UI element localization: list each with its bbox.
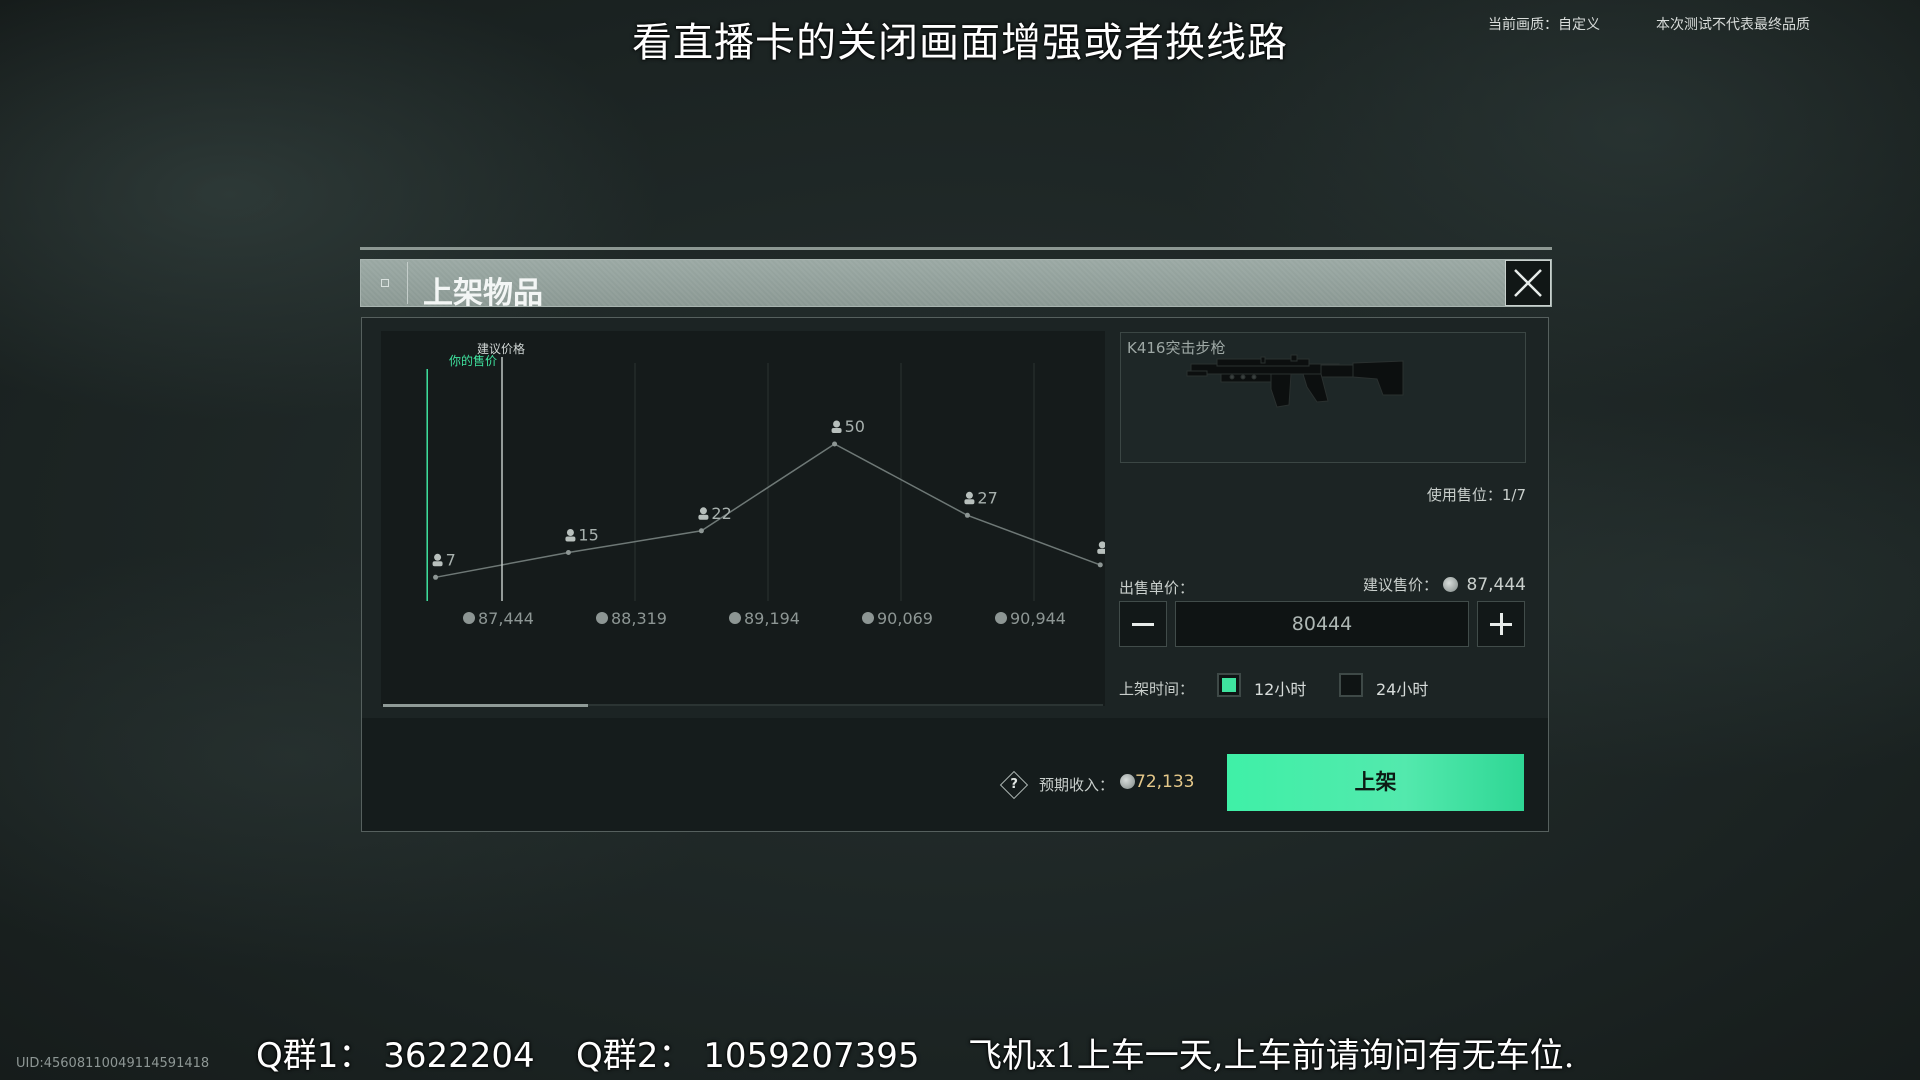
x-tick-label: 90,944 [1010,609,1066,628]
tick-coin-icon [596,612,608,624]
person-icon [965,491,973,499]
person-icon-body [565,536,576,542]
tick-coin-icon [463,612,475,624]
duration-12h-checkbox[interactable] [1217,673,1241,697]
data-point [1097,562,1103,568]
close-icon [1514,269,1542,297]
data-label: 22 [711,504,731,523]
person-icon [566,529,574,536]
tick-coin-icon [729,612,741,624]
listing-time-label: 上架时间： [1119,680,1195,698]
person-icon [1098,541,1106,549]
x-tick-label: 90,069 [877,609,933,628]
bottom-caption-notice: 飞机x1上车一天,上车前请询问有无车位. [968,1036,1575,1076]
expected-income: 72,133 [1120,772,1194,792]
top-caption: 看直播卡的关闭画面增强或者换线路 [632,20,1288,66]
person-icon-body [964,499,975,505]
quality-note-label: 本次测试不代表最终品质 [1656,17,1810,33]
data-point [964,512,970,518]
slots-used-label: 使用售位：1/7 [1426,486,1526,504]
suggested-price-label: 建议售价： [1362,576,1438,594]
minus-icon [1132,623,1154,626]
data-label: 50 [845,417,865,436]
unit-price-input[interactable]: 80444 [1175,601,1469,647]
duration-24h-label[interactable]: 24小时 [1376,676,1428,700]
expected-income-value: 72,133 [1135,772,1195,792]
bottom-caption-group1: Q群1： 3622204 [256,1036,535,1076]
x-tick-label: 87,444 [478,609,534,628]
close-button[interactable] [1505,260,1551,306]
person-icon-body [698,514,709,520]
person-icon-body [432,561,443,567]
data-point [433,574,439,580]
duration-24h-checkbox[interactable] [1339,673,1363,697]
decrease-price-button[interactable] [1119,601,1167,647]
chart-svg: 87,444 88,319 89,194 90,069 90,944建议价格你的售价71… [426,341,1108,628]
your-price-marker-label: 你的售价 [449,353,497,368]
increase-price-button[interactable] [1477,601,1525,647]
dialog-top-line [360,247,1552,250]
person-icon [434,553,442,561]
x-tick-label: 89,194 [744,609,800,628]
person-icon-body [1097,548,1108,554]
person-icon-body [831,428,842,433]
x-tick-label: 88,319 [611,609,667,628]
rifle-icon [1186,354,1404,408]
person-icon [833,420,841,428]
data-label: 7 [446,550,456,569]
uid-label: UID:45608110049114591418 [16,1056,210,1071]
data-label: 15 [578,526,598,545]
dialog-title: 上架物品 [423,276,543,311]
bottom-caption-group2: Q群2： 1059207395 [576,1036,920,1076]
coin-icon [1120,774,1135,789]
dialog-title-bar: 上架物品 [360,259,1552,311]
coin-icon [1442,577,1458,592]
person-icon [699,507,707,515]
price-distribution-chart: 87,444 88,319 89,194 90,069 90,944 建议价格 你的售价 7 1… [381,331,1108,706]
data-label: 27 [977,488,997,507]
data-point [832,441,838,447]
unit-price-label: 出售单价： [1119,579,1195,597]
item-preview: K416突击步枪 [1120,332,1526,463]
tick-coin-icon [995,612,1007,624]
chart-scrollbar-thumb[interactable] [383,704,588,707]
suggested-price-value: 87,444 [1466,575,1526,595]
drag-handle-icon[interactable] [363,262,408,304]
quality-current-label: 当前画质：自定义 [1488,17,1600,33]
expected-income-label: 预期收入： [1039,776,1115,794]
suggested-price: 建议售价： 87,444 [1340,574,1526,595]
list-item-button[interactable]: 上架 [1227,754,1524,811]
data-point [565,550,571,555]
duration-12h-label[interactable]: 12小时 [1254,676,1306,700]
data-point [698,528,704,534]
tick-coin-icon [862,612,874,624]
